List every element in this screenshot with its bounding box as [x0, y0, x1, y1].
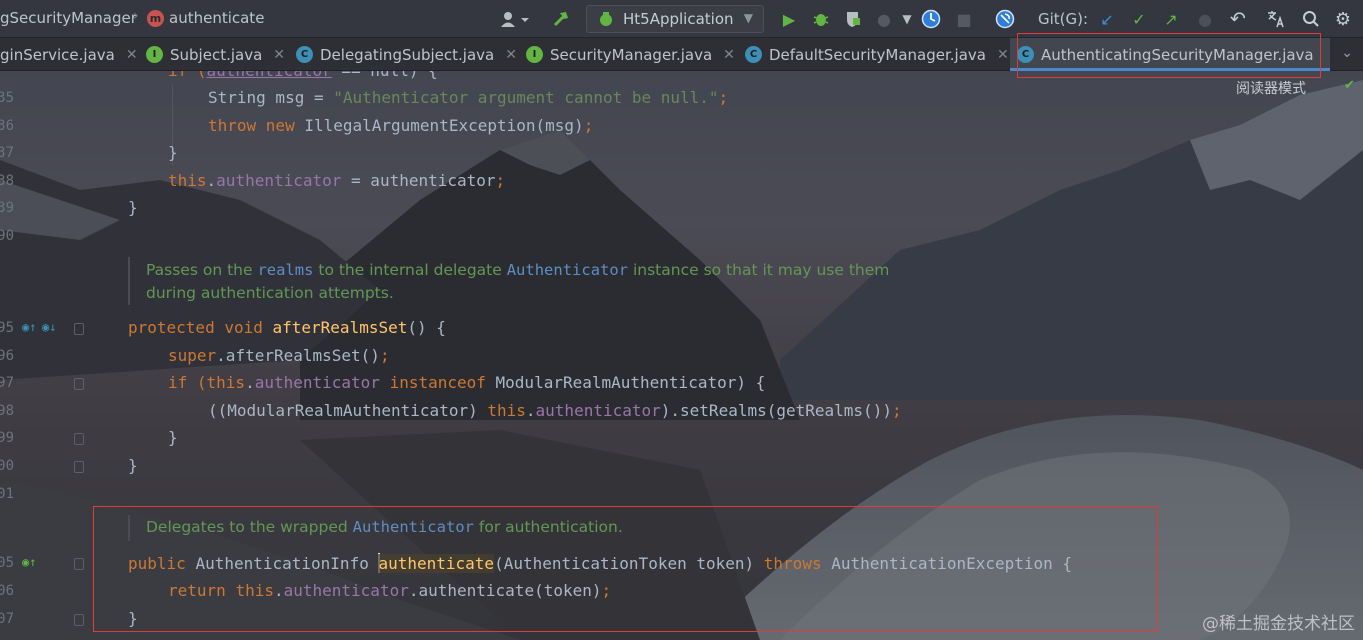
doc-comment-line: during authentication attempts. — [146, 284, 394, 302]
translate-icon[interactable] — [1265, 8, 1287, 30]
code-line: 07 } — [0, 609, 138, 628]
settings-icon[interactable]: ⚙ — [1332, 8, 1354, 30]
code-line: 01 — [0, 486, 14, 502]
tab-label: AuthenticatingSecurityManager.java — [1041, 45, 1314, 64]
code-line: 38 this.authenticator = authenticator; — [0, 171, 506, 190]
doc-comment-bar — [128, 515, 130, 541]
tab-delegatingsubject[interactable]: C DelegatingSubject.java ✕ — [296, 38, 517, 71]
git-label: Git(G): — [1038, 10, 1089, 28]
close-icon[interactable]: ✕ — [126, 47, 138, 63]
doc-comment-bar — [128, 257, 130, 305]
tab-subject[interactable]: I Subject.java ✕ — [146, 38, 285, 71]
chevron-down-icon[interactable]: ⌄ — [1341, 45, 1353, 61]
code-line: 37 } — [0, 143, 178, 162]
code-line: 39 } — [0, 198, 138, 217]
method-icon: m — [147, 10, 164, 27]
interface-icon: I — [526, 46, 543, 63]
fold-icon[interactable] — [74, 614, 84, 626]
code-line: 06 return this.authenticator.authenticat… — [0, 581, 612, 600]
code-editor[interactable]: if (authenticator == null) { 35 String m… — [0, 61, 1363, 640]
tab-label: ginService.java — [0, 45, 115, 64]
chevron-down-icon[interactable]: ▼ — [896, 8, 918, 30]
code-line: 96 super.afterRealmsSet(); — [0, 346, 390, 365]
interface-icon: I — [146, 46, 163, 63]
breadcrumb-separator-icon: › — [133, 8, 139, 24]
reader-mode-button[interactable]: 阅读器模式 — [1236, 78, 1306, 98]
code-line: 00 } — [0, 456, 138, 475]
run-configuration-label: Ht5Application — [623, 10, 734, 28]
code-line: 35 String msg = "Authenticator argument … — [0, 88, 729, 107]
code-line: 97 if (this.authenticator instanceof Mod… — [0, 373, 766, 392]
breadcrumb-method[interactable]: authenticate — [169, 9, 264, 27]
search-icon[interactable] — [1300, 8, 1322, 30]
git-pull-icon[interactable]: ↙ — [1096, 8, 1118, 30]
class-icon: C — [296, 46, 313, 63]
git-commit-icon[interactable]: ✓ — [1128, 8, 1150, 30]
user-icon[interactable] — [498, 8, 532, 30]
code-line: 36 throw new IllegalArgumentException(ms… — [0, 116, 594, 135]
fold-icon[interactable] — [74, 461, 84, 473]
code-line: 05 ◉↑ public AuthenticationInfo authenti… — [0, 553, 1073, 573]
git-update-icon[interactable] — [994, 8, 1016, 30]
implements-up-icon[interactable]: ◉↑ — [22, 555, 36, 569]
fold-icon[interactable] — [74, 378, 84, 390]
chevron-down-icon: ▼ — [743, 11, 753, 25]
spring-app-icon — [600, 12, 612, 26]
debug-icon[interactable] — [810, 8, 832, 30]
editor-tabs: ginService.java ✕ I Subject.java ✕ C Del… — [0, 38, 1363, 71]
watermark-text: @稀土掘金技术社区 — [1202, 614, 1355, 634]
main-toolbar: gSecurityManager › m authenticate Ht5App… — [0, 0, 1363, 38]
doc-comment-line: Passes on the realms to the internal del… — [146, 261, 890, 279]
tab-label: DefaultSecurityManager.java — [769, 45, 986, 64]
history-icon[interactable]: ● — [1194, 8, 1216, 30]
code-line: 95 ◉↑ ◉↓ protected void afterRealmsSet()… — [0, 318, 446, 337]
doc-comment-line: Delegates to the wrapped Authenticator f… — [146, 518, 623, 536]
close-icon[interactable]: ✕ — [997, 47, 1009, 63]
profile-icon[interactable]: ● — [873, 8, 895, 30]
class-icon: C — [745, 46, 762, 63]
close-icon[interactable]: ✕ — [723, 47, 735, 63]
run-configuration-select[interactable]: Ht5Application ▼ — [586, 5, 764, 33]
tab-label: DelegatingSubject.java — [320, 45, 495, 64]
code-line: 90 — [0, 228, 14, 244]
close-icon[interactable]: ✕ — [505, 47, 517, 63]
stop-icon[interactable]: ■ — [953, 8, 975, 30]
close-icon[interactable]: ✕ — [273, 47, 285, 63]
update-icon[interactable] — [920, 8, 942, 30]
override-up-icon[interactable]: ◉↑ — [22, 320, 36, 334]
code-line: 99 } — [0, 428, 178, 447]
tab-authenticatingsecuritymanager[interactable]: C AuthenticatingSecurityManager.java — [1010, 38, 1330, 71]
tab-defaultsecuritymanager[interactable]: C DefaultSecurityManager.java ✕ — [745, 38, 1009, 71]
fold-icon[interactable] — [74, 323, 84, 335]
fold-icon[interactable] — [74, 433, 84, 445]
tab-loginservice[interactable]: ginService.java ✕ — [0, 38, 138, 71]
build-hammer-icon[interactable] — [550, 8, 572, 30]
coverage-icon[interactable] — [842, 8, 864, 30]
tab-securitymanager[interactable]: I SecurityManager.java ✕ — [526, 38, 736, 71]
run-icon[interactable]: ▶ — [778, 8, 800, 30]
git-push-icon[interactable]: ↗ — [1160, 8, 1182, 30]
code-line: 98 ((ModularRealmAuthenticator) this.aut… — [0, 401, 902, 420]
check-icon: ✔ — [1344, 78, 1355, 93]
tab-label: Subject.java — [170, 45, 263, 64]
override-down-icon[interactable]: ◉↓ — [42, 320, 56, 334]
breadcrumb-class[interactable]: gSecurityManager — [0, 9, 137, 27]
fold-icon[interactable] — [74, 558, 84, 570]
undo-icon[interactable]: ↶ — [1227, 8, 1249, 30]
tab-label: SecurityManager.java — [550, 45, 713, 64]
class-icon: C — [1017, 46, 1034, 63]
